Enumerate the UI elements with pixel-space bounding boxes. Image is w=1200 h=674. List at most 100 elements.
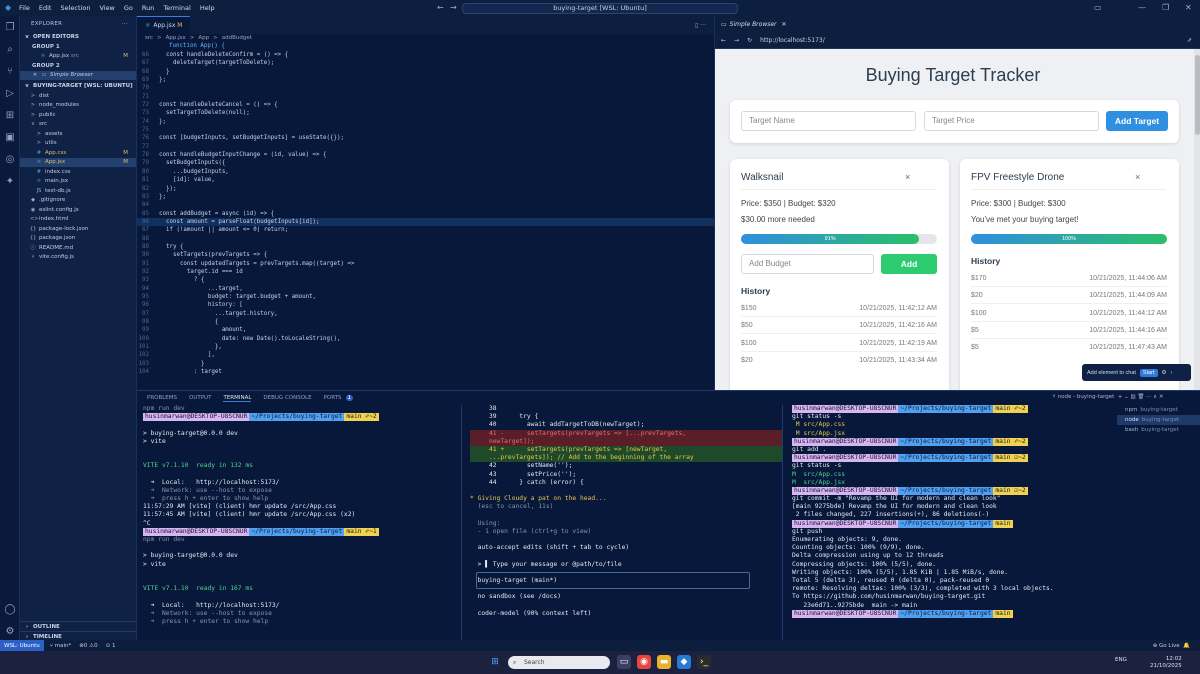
forward-icon[interactable]: →	[734, 37, 739, 44]
code-line[interactable]: 99 amount,	[137, 326, 714, 334]
tree-item[interactable]: ◉ eslint.config.js	[20, 205, 136, 215]
code-line[interactable]: 75	[137, 126, 714, 134]
open-external-icon[interactable]: ⇗	[1187, 37, 1192, 44]
terminal-1[interactable]: npm run dev husinmarwan@DESKTOP-U8SCNUR ~/…	[143, 405, 461, 626]
breadcrumb-item[interactable]: App.jsx	[166, 35, 186, 41]
gear-icon[interactable]: ⚙	[1162, 370, 1167, 376]
code-line[interactable]: 101 },	[137, 343, 714, 351]
code-line[interactable]: 93 ? {	[137, 276, 714, 284]
chevron-right-icon[interactable]: ›	[1170, 370, 1172, 376]
menu-item-run[interactable]: Run	[142, 4, 154, 12]
terminal-list-item[interactable]: node buying-target	[1117, 415, 1200, 425]
extensions-icon[interactable]: ⊞	[0, 104, 20, 126]
code-line[interactable]: 84	[137, 201, 714, 209]
problems-indicator[interactable]: ⊗0 ⚠0	[79, 643, 97, 649]
close-icon[interactable]: ✕	[32, 72, 38, 78]
run-debug-icon[interactable]: ▷	[0, 82, 20, 104]
code-line[interactable]: 77	[137, 143, 714, 151]
outline-section[interactable]: › OUTLINE	[20, 621, 137, 631]
delete-target-button[interactable]: ×	[1135, 172, 1140, 182]
tree-item[interactable]: <> index.html	[20, 215, 136, 225]
tab-app-jsx[interactable]: ⚛ App.jsx M	[137, 16, 191, 34]
tree-item[interactable]: ⚛ main.jsx	[20, 177, 136, 187]
url-field[interactable]: http://localhost:5173/	[760, 37, 825, 44]
code-line[interactable]: 103 }	[137, 360, 714, 368]
open-editor-simple-browser[interactable]: ✕ ▭ Simple Browser	[20, 70, 136, 80]
menu-item-view[interactable]: View	[99, 4, 114, 12]
editor-actions-icon[interactable]: ▯ ···	[695, 22, 706, 29]
code-line[interactable]: 102 ],	[137, 351, 714, 359]
target-name-input[interactable]: Target Name	[741, 111, 916, 131]
file-explorer-icon[interactable]: ▬	[657, 655, 671, 669]
code-line[interactable]: 104 : target	[137, 368, 714, 376]
code-line[interactable]: 76 const [budgetInputs, setBudgetInputs] …	[137, 134, 714, 142]
menu-item-edit[interactable]: Edit	[39, 4, 52, 12]
code-line[interactable]: 82 });	[137, 185, 714, 193]
code-line[interactable]: 70	[137, 84, 714, 92]
panel-tab-terminal[interactable]: TERMINAL	[223, 395, 252, 402]
account-icon[interactable]: ◯	[0, 598, 20, 620]
back-icon[interactable]: ←	[721, 37, 726, 44]
tree-item[interactable]: > dist	[20, 91, 136, 101]
close-tab-icon[interactable]: ✕	[782, 21, 787, 28]
code-line[interactable]: 81 [id]: value,	[137, 176, 714, 184]
tree-item[interactable]: ◆ .gitignore	[20, 196, 136, 206]
code-line[interactable]: 96 history: [	[137, 301, 714, 309]
tree-item[interactable]: > assets	[20, 129, 136, 139]
add-target-button[interactable]: Add Target	[1106, 111, 1168, 131]
tree-item[interactable]: v src	[20, 120, 136, 130]
code-line[interactable]: 89 try {	[137, 243, 714, 251]
menu-item-terminal[interactable]: Terminal	[163, 4, 190, 12]
clock[interactable]: 12:02 21/10/2025	[1150, 656, 1182, 669]
more-actions-icon[interactable]: ···	[122, 21, 128, 27]
menu-item-help[interactable]: Help	[200, 4, 215, 12]
target-price-input[interactable]: Target Price	[924, 111, 1099, 131]
code-line[interactable]: 71	[137, 93, 714, 101]
reload-icon[interactable]: ↻	[747, 37, 752, 44]
code-line[interactable]: 72 const handleDeleteCancel = () => {	[137, 101, 714, 109]
terminal-3[interactable]: husinmarwan@DESKTOP-U8SCNUR ~/Projects/bu…	[792, 405, 1114, 618]
code-line[interactable]: 67 deleteTarget(targetToDelete);	[137, 59, 714, 67]
remote-indicator[interactable]: WSL: Ubuntu	[0, 640, 44, 651]
menu-item-selection[interactable]: Selection	[60, 4, 90, 12]
code-line[interactable]: 86 const amount = parseFloat(budgetInput…	[137, 217, 714, 227]
gear-icon[interactable]: ⚙	[0, 620, 20, 642]
tree-item[interactable]: > node_modules	[20, 101, 136, 111]
remote-explorer-icon[interactable]: ▣	[0, 126, 20, 148]
browser-tab[interactable]: ▭ Simple Browser ✕	[715, 16, 1200, 32]
branch-indicator[interactable]: ⑂ main*	[50, 643, 72, 649]
tree-item[interactable]: JS test-db.js	[20, 186, 136, 196]
code-line[interactable]: 92 target.id === id	[137, 268, 714, 276]
tree-item[interactable]: {} package.json	[20, 234, 136, 244]
code-line[interactable]: 78 const handleBudgetInputChange = (id, v…	[137, 151, 714, 159]
taskbar-search[interactable]: ⌕ Search	[508, 656, 610, 669]
add-budget-button[interactable]: Add	[881, 254, 937, 274]
language-indicator[interactable]: ENG	[1115, 657, 1127, 663]
tree-item[interactable]: ⚛ App.jsx M	[20, 157, 136, 167]
search-icon[interactable]: ⌕	[0, 38, 20, 60]
code-line[interactable]: 94 ...target,	[137, 285, 714, 293]
breadcrumb-item[interactable]: App	[198, 35, 209, 41]
ports-indicator[interactable]: ⊙ 1	[106, 643, 116, 649]
tree-item[interactable]: ⚡ vite.config.js	[20, 253, 136, 263]
code-line[interactable]: 100 date: new Date().toLocaleString(),	[137, 335, 714, 343]
code-line[interactable]: 79 setBudgetInputs({	[137, 159, 714, 167]
minimize-icon[interactable]: —	[1138, 3, 1146, 12]
code-line[interactable]: 85 const addBudget = async (id) => {	[137, 210, 714, 218]
breadcrumb-item[interactable]: src	[145, 35, 153, 41]
terminal-list-item[interactable]: npm buying-target	[1117, 405, 1200, 415]
code-line[interactable]: 91 const updatedTargets = prevTargets.ma…	[137, 260, 714, 268]
code-line[interactable]: 97 ...target.history,	[137, 310, 714, 318]
panel-tab-debug-console[interactable]: DEBUG CONSOLE	[263, 395, 311, 401]
go-live-indicator[interactable]: ⊕ Go Live 🔔	[1153, 643, 1190, 649]
panel-tab-problems[interactable]: PROBLEMS	[147, 395, 177, 401]
restore-icon[interactable]: ❐	[1162, 3, 1169, 12]
code-line[interactable]: 98 {	[137, 318, 714, 326]
open-editor-app-jsx[interactable]: ⚛ App.jsx src M	[20, 52, 136, 62]
add-budget-input[interactable]: Add Budget	[741, 254, 874, 274]
code-line[interactable]: 74};	[137, 118, 714, 126]
open-editors-section[interactable]: v OPEN EDITORS	[20, 32, 136, 42]
close-window-icon[interactable]: ✕	[1185, 3, 1192, 12]
delete-target-button[interactable]: ×	[905, 172, 910, 182]
terminal-list-item[interactable]: bash buying-target	[1117, 425, 1200, 435]
